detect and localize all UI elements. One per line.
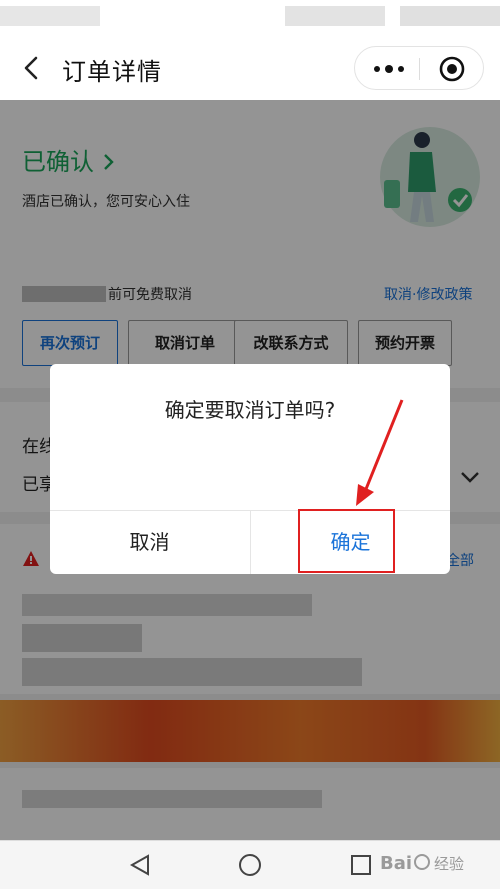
baidu-jingyan-watermark: Bai 经验: [380, 853, 464, 874]
nav-bar: 订单详情: [0, 36, 500, 100]
page-title: 订单详情: [62, 58, 162, 86]
target-icon[interactable]: [439, 56, 465, 82]
more-icon[interactable]: [369, 61, 409, 77]
blurred-status-left: [0, 6, 100, 26]
home-circle-icon[interactable]: [238, 853, 262, 877]
status-bar: [0, 0, 500, 36]
dialog-cancel-button[interactable]: 取消: [50, 511, 249, 574]
annotation-arrow-icon: [356, 399, 404, 506]
recent-square-icon[interactable]: [350, 854, 372, 876]
svg-text:经验: 经验: [434, 855, 464, 873]
blurred-status-right: [400, 6, 500, 26]
mini-program-capsule: [354, 46, 484, 90]
capsule-divider: [419, 58, 420, 80]
back-triangle-icon[interactable]: [128, 853, 152, 877]
system-nav-bar: Bai 经验: [0, 840, 500, 889]
annotation-highlight-box: [298, 509, 395, 573]
blurred-status-mid: [285, 6, 385, 26]
svg-text:Bai: Bai: [380, 853, 412, 874]
back-icon[interactable]: [18, 54, 46, 82]
screen: 订单详情 已确认 酒店已确认，您可安心入住 前可免费取消 取消·修改政策 再次预…: [0, 0, 500, 889]
